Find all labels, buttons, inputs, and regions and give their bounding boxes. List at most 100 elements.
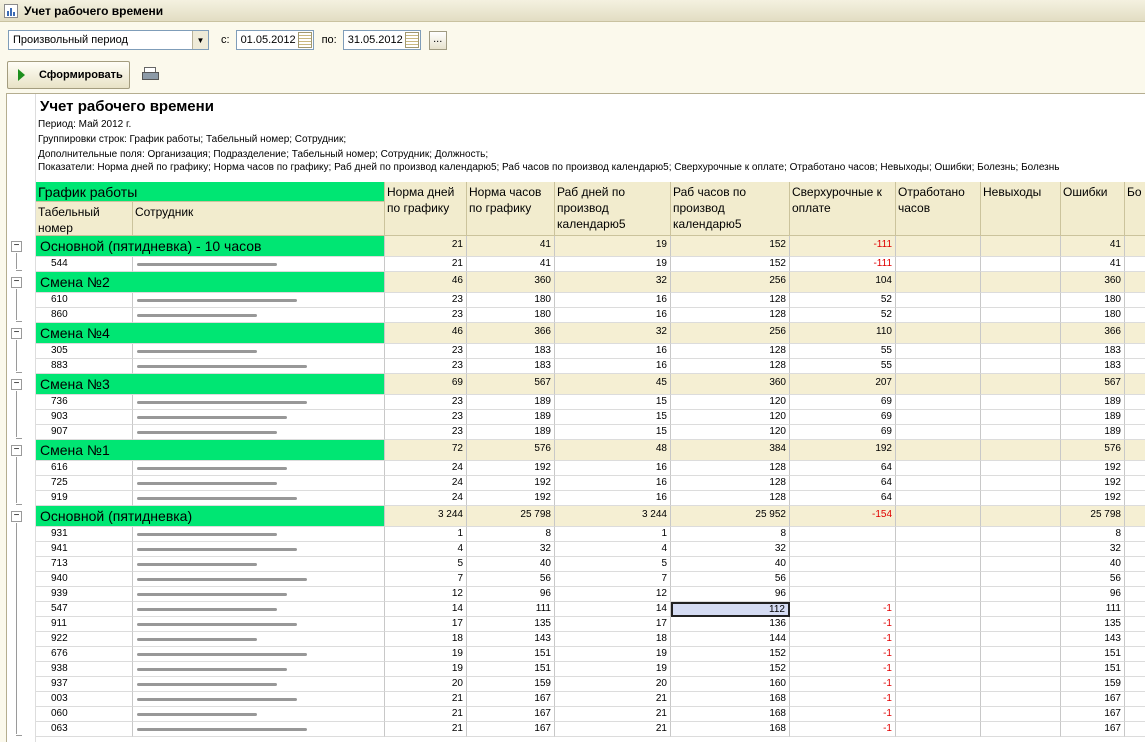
value-cell[interactable]: 189 bbox=[467, 425, 555, 440]
value-cell[interactable]: 128 bbox=[671, 308, 790, 323]
value-cell[interactable] bbox=[1125, 272, 1145, 293]
value-cell[interactable] bbox=[896, 647, 981, 662]
group-row[interactable]: Основной (пятидневка) - 10 часов 21 41 19 15… bbox=[36, 236, 1145, 257]
value-cell[interactable] bbox=[981, 308, 1061, 323]
value-cell[interactable]: 5 bbox=[385, 557, 467, 572]
value-cell[interactable] bbox=[1125, 425, 1145, 440]
value-cell[interactable] bbox=[896, 374, 981, 395]
value-cell[interactable]: 128 bbox=[671, 293, 790, 308]
tab-number-cell[interactable]: 919 bbox=[36, 491, 133, 506]
value-cell[interactable]: 576 bbox=[467, 440, 555, 461]
table-row[interactable]: 941 4 32 4 32 32 bbox=[36, 542, 1145, 557]
value-cell[interactable]: 14 bbox=[555, 602, 671, 617]
employee-cell[interactable] bbox=[133, 476, 385, 491]
table-row[interactable]: 305 23 183 16 128 55 183 bbox=[36, 344, 1145, 359]
value-cell[interactable] bbox=[896, 323, 981, 344]
value-cell[interactable]: 72 bbox=[385, 440, 467, 461]
value-cell[interactable] bbox=[981, 374, 1061, 395]
value-cell[interactable]: 64 bbox=[790, 461, 896, 476]
employee-cell[interactable] bbox=[133, 410, 385, 425]
employee-cell[interactable] bbox=[133, 293, 385, 308]
value-cell[interactable]: 14 bbox=[385, 602, 467, 617]
value-cell[interactable]: 19 bbox=[555, 662, 671, 677]
value-cell[interactable]: 46 bbox=[385, 323, 467, 344]
value-cell[interactable]: 135 bbox=[1061, 617, 1125, 632]
value-cell[interactable]: 180 bbox=[1061, 293, 1125, 308]
value-cell[interactable] bbox=[1125, 236, 1145, 257]
value-cell[interactable] bbox=[981, 395, 1061, 410]
value-cell[interactable] bbox=[981, 632, 1061, 647]
value-cell[interactable] bbox=[981, 572, 1061, 587]
value-cell[interactable] bbox=[896, 707, 981, 722]
value-cell[interactable]: 12 bbox=[555, 587, 671, 602]
value-cell[interactable]: 40 bbox=[467, 557, 555, 572]
calendar-icon[interactable] bbox=[404, 32, 419, 48]
value-cell[interactable]: 183 bbox=[1061, 344, 1125, 359]
value-cell[interactable]: 40 bbox=[671, 557, 790, 572]
value-cell[interactable]: 189 bbox=[467, 395, 555, 410]
value-cell[interactable] bbox=[896, 491, 981, 506]
value-cell[interactable] bbox=[790, 527, 896, 542]
value-cell[interactable]: 23 bbox=[385, 425, 467, 440]
value-cell[interactable]: 183 bbox=[467, 359, 555, 374]
table-row[interactable]: 903 23 189 15 120 69 189 bbox=[36, 410, 1145, 425]
value-cell[interactable]: 168 bbox=[671, 722, 790, 737]
value-cell[interactable] bbox=[790, 542, 896, 557]
value-cell[interactable]: 17 bbox=[555, 617, 671, 632]
value-cell[interactable]: 19 bbox=[385, 647, 467, 662]
value-cell[interactable]: 128 bbox=[671, 491, 790, 506]
table-row[interactable]: 003 21 167 21 168 -1 167 bbox=[36, 692, 1145, 707]
value-cell[interactable]: 25 798 bbox=[1061, 506, 1125, 527]
table-row[interactable]: 937 20 159 20 160 -1 159 bbox=[36, 677, 1145, 692]
value-cell[interactable]: 189 bbox=[1061, 425, 1125, 440]
value-cell[interactable]: 576 bbox=[1061, 440, 1125, 461]
value-cell[interactable]: 15 bbox=[555, 410, 671, 425]
value-cell[interactable] bbox=[1125, 647, 1145, 662]
value-cell[interactable] bbox=[1125, 527, 1145, 542]
employee-cell[interactable] bbox=[133, 662, 385, 677]
value-cell[interactable]: 19 bbox=[555, 647, 671, 662]
value-cell[interactable]: 256 bbox=[671, 323, 790, 344]
value-cell[interactable]: 56 bbox=[467, 572, 555, 587]
employee-cell[interactable] bbox=[133, 602, 385, 617]
value-cell[interactable]: 41 bbox=[467, 236, 555, 257]
value-cell[interactable]: 45 bbox=[555, 374, 671, 395]
value-cell[interactable] bbox=[1125, 440, 1145, 461]
tab-number-cell[interactable]: 725 bbox=[36, 476, 133, 491]
employee-cell[interactable] bbox=[133, 542, 385, 557]
table-row[interactable]: 939 12 96 12 96 96 bbox=[36, 587, 1145, 602]
value-cell[interactable]: 32 bbox=[671, 542, 790, 557]
value-cell[interactable] bbox=[896, 617, 981, 632]
tab-number-cell[interactable]: 937 bbox=[36, 677, 133, 692]
value-cell[interactable]: 167 bbox=[1061, 707, 1125, 722]
value-cell[interactable]: 192 bbox=[467, 491, 555, 506]
value-cell[interactable]: 69 bbox=[385, 374, 467, 395]
value-cell[interactable]: 128 bbox=[671, 461, 790, 476]
value-cell[interactable]: 32 bbox=[1061, 542, 1125, 557]
employee-cell[interactable] bbox=[133, 677, 385, 692]
tab-number-cell[interactable]: 941 bbox=[36, 542, 133, 557]
value-cell[interactable]: 20 bbox=[385, 677, 467, 692]
value-cell[interactable]: 8 bbox=[467, 527, 555, 542]
table-row[interactable]: 911 17 135 17 136 -1 135 bbox=[36, 617, 1145, 632]
value-cell[interactable]: 52 bbox=[790, 308, 896, 323]
value-cell[interactable]: 56 bbox=[671, 572, 790, 587]
collapse-icon[interactable]: − bbox=[11, 277, 22, 288]
value-cell[interactable]: 46 bbox=[385, 272, 467, 293]
tab-number-cell[interactable]: 736 bbox=[36, 395, 133, 410]
value-cell[interactable] bbox=[896, 359, 981, 374]
value-cell[interactable]: 151 bbox=[467, 647, 555, 662]
value-cell[interactable]: 96 bbox=[1061, 587, 1125, 602]
value-cell[interactable]: -1 bbox=[790, 722, 896, 737]
value-cell[interactable]: 180 bbox=[467, 308, 555, 323]
tab-number-cell[interactable]: 911 bbox=[36, 617, 133, 632]
table-row[interactable]: 725 24 192 16 128 64 192 bbox=[36, 476, 1145, 491]
value-cell[interactable]: 189 bbox=[467, 410, 555, 425]
value-cell[interactable]: 152 bbox=[671, 647, 790, 662]
table-row[interactable]: 544 21 41 19 152 -111 41 bbox=[36, 257, 1145, 272]
value-cell[interactable] bbox=[981, 491, 1061, 506]
value-cell[interactable] bbox=[896, 572, 981, 587]
value-cell[interactable] bbox=[896, 425, 981, 440]
value-cell[interactable]: -1 bbox=[790, 647, 896, 662]
value-cell[interactable]: 24 bbox=[385, 491, 467, 506]
